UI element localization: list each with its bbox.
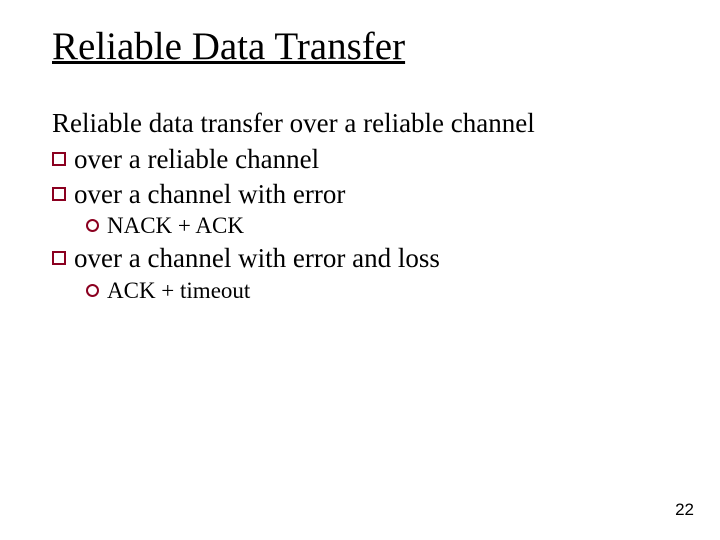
square-bullet-icon	[52, 187, 66, 201]
page-number: 22	[675, 500, 694, 520]
bullet-3-text: over a channel with error and loss	[74, 241, 440, 276]
square-bullet-icon	[52, 251, 66, 265]
bullet-2: over a channel with error	[52, 177, 668, 212]
bullet-2-1-text: NACK + ACK	[107, 211, 244, 241]
circle-bullet-icon	[86, 219, 99, 232]
bullet-3: over a channel with error and loss	[52, 241, 668, 276]
circle-bullet-icon	[86, 284, 99, 297]
bullet-3-1-text: ACK + timeout	[107, 276, 250, 306]
bullet-2-1: NACK + ACK	[86, 211, 668, 241]
bullet-1: over a reliable channel	[52, 142, 668, 177]
bullet-1-text: over a reliable channel	[74, 142, 319, 177]
slide-title: Reliable Data Transfer	[52, 26, 668, 68]
bullet-2-text: over a channel with error	[74, 177, 345, 212]
square-bullet-icon	[52, 152, 66, 166]
section-subhead: Reliable data transfer over a reliable c…	[52, 108, 668, 140]
slide: Reliable Data Transfer Reliable data tra…	[0, 0, 720, 540]
bullet-3-1: ACK + timeout	[86, 276, 668, 306]
